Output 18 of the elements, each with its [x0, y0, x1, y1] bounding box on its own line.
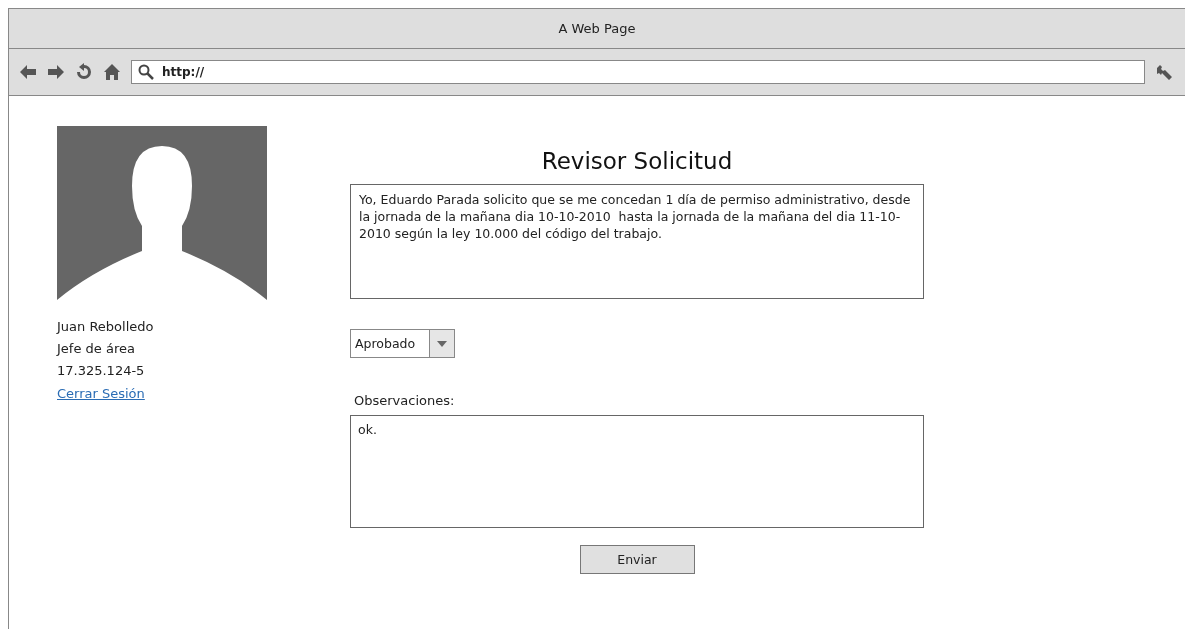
user-name: Juan Rebolledo [57, 318, 155, 336]
reload-icon[interactable] [75, 63, 93, 81]
status-dropdown[interactable]: Aprobado [350, 329, 455, 358]
user-id: 17.325.124-5 [57, 362, 146, 380]
observations-label: Observaciones: [353, 393, 456, 408]
search-icon [138, 64, 154, 80]
observations-field[interactable]: ok. [350, 415, 924, 528]
back-icon[interactable] [19, 63, 37, 81]
logout-link[interactable]: Cerrar Sesión [57, 382, 267, 406]
forward-icon[interactable] [47, 63, 65, 81]
page-title: Revisor Solicitud [540, 148, 734, 174]
caret-icon [437, 340, 447, 347]
home-icon[interactable] [103, 63, 121, 81]
submit-button[interactable]: Enviar [579, 545, 695, 574]
window-title: A Web Page [558, 21, 636, 36]
address-bar[interactable]: http:// [131, 60, 1145, 84]
user-role: Jefe de área [57, 340, 136, 358]
request-text: Yo, Eduardo Parada solicito que se me concedan 1 día de permiso administrativo, desde la jornada de la mañana dia 10-10-2010 hasta la jornada de la mañana del dia 11-10-2010 según la ley 10.000 del código del trabajo. [350, 184, 924, 299]
